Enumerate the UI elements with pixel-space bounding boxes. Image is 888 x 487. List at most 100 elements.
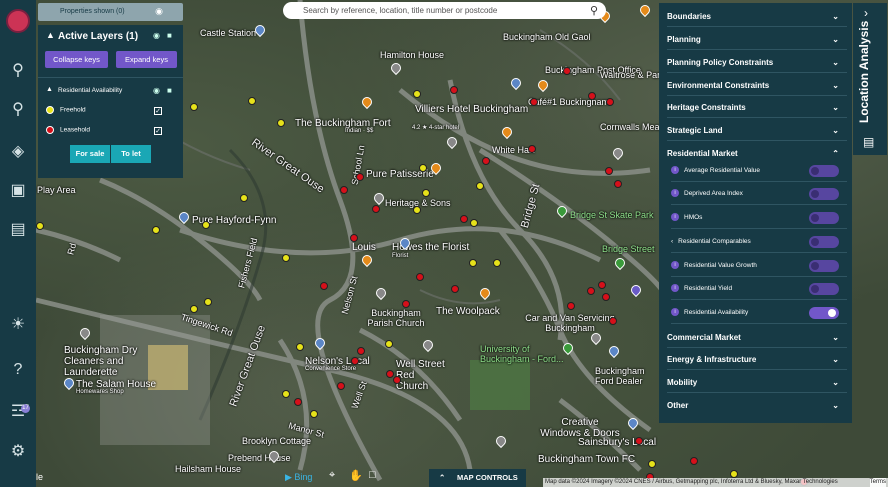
leasehold-marker[interactable] [351, 357, 359, 365]
freehold-marker[interactable] [190, 103, 198, 111]
info-icon[interactable]: i [671, 308, 679, 317]
info-icon[interactable]: i [671, 213, 679, 222]
collapse-caret-icon[interactable]: ▲ [46, 86, 53, 93]
section-mobility[interactable]: Mobility ⌄ [667, 372, 847, 393]
search-input[interactable]: Search by reference, location, title num… [283, 2, 606, 19]
leasehold-marker[interactable] [609, 317, 617, 325]
freehold-marker[interactable] [296, 343, 304, 351]
eye-icon[interactable]: ◉ [153, 86, 160, 95]
id-card-icon[interactable]: ▣ [8, 181, 28, 201]
leasehold-marker[interactable] [587, 287, 595, 295]
leasehold-marker[interactable] [598, 281, 606, 289]
leasehold-marker[interactable] [450, 86, 458, 94]
section-environmental[interactable]: Environmental Constraints ⌄ [667, 75, 847, 96]
freehold-marker[interactable] [470, 219, 478, 227]
leasehold-marker[interactable] [356, 173, 364, 181]
trash-icon[interactable]: ■ [167, 86, 172, 95]
location-analysis-tab[interactable]: › Location Analysis ▤ [853, 3, 887, 155]
layers-icon[interactable]: ◈ [8, 142, 28, 162]
layer-toggle[interactable] [809, 307, 839, 319]
search-map-icon[interactable]: ⚲ [8, 61, 28, 81]
layer-toggle[interactable] [809, 283, 839, 295]
analysis-icon[interactable]: ▤ [863, 135, 874, 149]
freehold-marker[interactable] [204, 298, 212, 306]
lightbulb-icon[interactable]: ☀ [8, 315, 28, 335]
leasehold-marker[interactable] [605, 167, 613, 175]
layer-residential-yield[interactable]: i Residential Yield [671, 278, 847, 300]
freehold-marker[interactable] [413, 90, 421, 98]
for-sale-toggle[interactable]: For sale [70, 145, 110, 163]
leasehold-checkbox[interactable]: ✓ [154, 127, 162, 135]
section-planning[interactable]: Planning ⌄ [667, 29, 847, 50]
layer-average-residential-value[interactable]: i Average Residential Value [671, 160, 847, 182]
freehold-marker[interactable] [385, 340, 393, 348]
layer-toggle[interactable] [809, 212, 839, 224]
leasehold-marker[interactable] [320, 282, 328, 290]
section-energy-infrastructure[interactable]: Energy & Infrastructure ⌄ [667, 349, 847, 370]
leasehold-marker[interactable] [393, 376, 401, 384]
freehold-checkbox[interactable]: ✓ [154, 107, 162, 115]
leasehold-marker[interactable] [372, 205, 380, 213]
collapse-keys-button[interactable]: Collapse keys [45, 51, 108, 68]
settings-gear-icon[interactable]: ⚙ [8, 442, 28, 462]
pan-hand-icon[interactable]: ✋ [349, 469, 363, 482]
leasehold-marker[interactable] [460, 215, 468, 223]
leasehold-marker[interactable] [337, 382, 345, 390]
leasehold-marker[interactable] [357, 347, 365, 355]
freehold-marker[interactable] [413, 206, 421, 214]
freehold-marker[interactable] [240, 194, 248, 202]
layer-residential-availability[interactable]: i Residential Availability [671, 302, 847, 324]
layer-toggle[interactable] [809, 260, 839, 272]
section-commercial-market[interactable]: Commercial Market ⌄ [667, 327, 847, 348]
report-icon[interactable]: ▤ [8, 220, 28, 240]
expand-keys-button[interactable]: Expand keys [116, 51, 177, 68]
section-other[interactable]: Other ⌄ [667, 395, 847, 416]
leasehold-marker[interactable] [563, 67, 571, 75]
eye-icon[interactable]: ◉ [155, 6, 163, 17]
layer-toggle[interactable] [809, 165, 839, 177]
leasehold-marker[interactable] [451, 285, 459, 293]
info-icon[interactable]: i [671, 261, 679, 270]
leasehold-marker[interactable] [602, 293, 610, 301]
freehold-marker[interactable] [730, 470, 738, 478]
search-icon[interactable]: ⚲ [590, 3, 598, 20]
freehold-marker[interactable] [469, 259, 477, 267]
freehold-marker[interactable] [152, 226, 160, 234]
freehold-marker[interactable] [493, 259, 501, 267]
app-logo[interactable] [6, 9, 30, 33]
info-icon[interactable]: i [671, 189, 679, 198]
freehold-marker[interactable] [476, 182, 484, 190]
freehold-marker[interactable] [202, 221, 210, 229]
section-strategic-land[interactable]: Strategic Land ⌄ [667, 120, 847, 141]
info-icon[interactable]: i [671, 166, 679, 175]
map-controls-button[interactable]: ⌃ MAP CONTROLS [429, 469, 526, 487]
leasehold-marker[interactable] [588, 92, 596, 100]
freehold-marker[interactable] [422, 189, 430, 197]
leasehold-marker[interactable] [614, 180, 622, 188]
layer-deprived-area-index[interactable]: i Deprived Area Index [671, 183, 847, 205]
freehold-marker[interactable] [310, 410, 318, 418]
leasehold-marker[interactable] [294, 398, 302, 406]
select-icon[interactable]: □ [369, 469, 376, 481]
help-icon[interactable]: ? [8, 360, 28, 380]
leasehold-marker[interactable] [606, 98, 614, 106]
leasehold-marker[interactable] [482, 157, 490, 165]
properties-shown-bar[interactable]: Properties shown (0) ◉ [38, 3, 183, 21]
freehold-marker[interactable] [190, 305, 198, 313]
leasehold-marker[interactable] [528, 145, 536, 153]
terms-link[interactable]: Terms [869, 478, 886, 487]
freehold-marker[interactable] [277, 119, 285, 127]
layer-residential-comparables[interactable]: ‹ Residential Comparables [671, 231, 847, 253]
locate-icon[interactable]: ⌖ [329, 469, 335, 482]
section-planning-policy[interactable]: Planning Policy Constraints ⌄ [667, 52, 847, 73]
leasehold-marker[interactable] [350, 234, 358, 242]
layer-toggle[interactable] [809, 236, 839, 248]
leasehold-marker[interactable] [635, 437, 643, 445]
section-heritage[interactable]: Heritage Constraints ⌄ [667, 97, 847, 118]
leasehold-marker[interactable] [340, 186, 348, 194]
leasehold-marker[interactable] [690, 457, 698, 465]
collapse-caret-icon[interactable]: ▲ [46, 30, 55, 40]
layer-hmos[interactable]: i HMOs [671, 207, 847, 229]
info-icon[interactable]: i [671, 284, 679, 293]
leasehold-marker[interactable] [567, 302, 575, 310]
